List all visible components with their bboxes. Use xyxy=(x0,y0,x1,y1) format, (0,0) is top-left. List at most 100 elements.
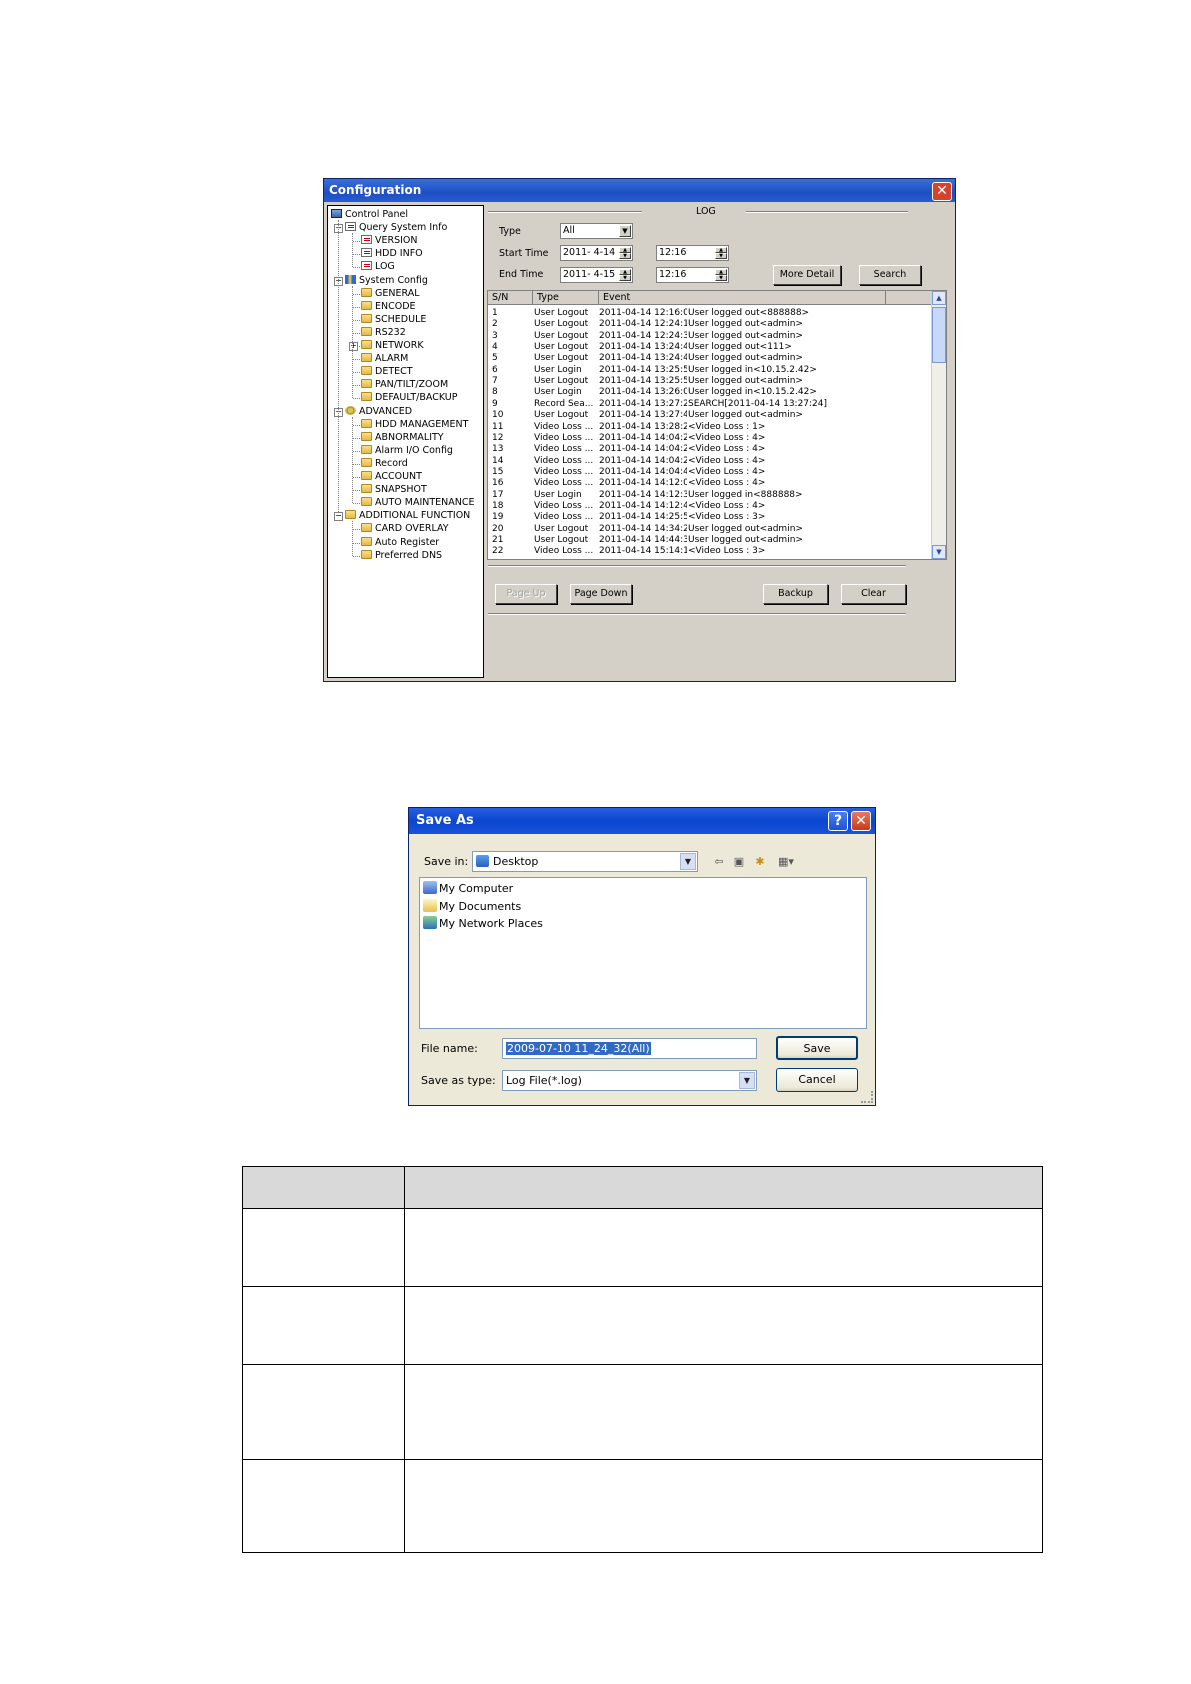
table-row[interactable]: 16 Video Loss ... 2011-04-14 14:12:09 <Vide… xyxy=(488,477,934,489)
start-date-spinner[interactable]: ▲ ▼ xyxy=(619,247,631,259)
tree-item-general[interactable]: GENERAL xyxy=(361,287,419,300)
chevron-down-icon[interactable]: ▼ xyxy=(739,1072,755,1089)
table-row[interactable]: 14 Video Loss ... 2011-04-14 14:04:29 <Vide… xyxy=(488,455,934,467)
tree-item-card-overlay[interactable]: CARD OVERLAY xyxy=(361,522,449,535)
end-date-spinner[interactable]: ▲ ▼ xyxy=(619,269,631,281)
table-row[interactable]: 9 Record Sea... 2011-04-14 13:27:24 SEARCH[… xyxy=(488,398,934,410)
tree-item-schedule[interactable]: SCHEDULE xyxy=(361,313,426,326)
tree-item-system-config[interactable]: System Config xyxy=(345,274,428,287)
table-row[interactable]: 17 User Login 2011-04-14 14:12:34 User logg… xyxy=(488,489,934,501)
table-row[interactable]: 11 Video Loss ... 2011-04-14 13:28:29 <Vide… xyxy=(488,421,934,433)
back-icon[interactable]: ⇦ xyxy=(711,855,727,869)
tree-item-alarm[interactable]: ALARM xyxy=(361,352,408,365)
tree-connector xyxy=(338,220,339,513)
scroll-up-icon[interactable]: ▲ xyxy=(932,291,946,305)
tree-item-snapshot[interactable]: SNAPSHOT xyxy=(361,483,427,496)
table-row[interactable]: 7 User Logout 2011-04-14 13:25:54 User logg… xyxy=(488,375,934,387)
table-row[interactable]: 4 User Logout 2011-04-14 13:24:49 User logg… xyxy=(488,341,934,353)
tree-item-hdd-management[interactable]: HDD MANAGEMENT xyxy=(361,418,468,431)
tree-item-account[interactable]: ACCOUNT xyxy=(361,470,422,483)
end-time-field[interactable]: 12:16 ▲ ▼ xyxy=(656,267,729,283)
tree-item-advanced[interactable]: ADVANCED xyxy=(345,405,412,418)
scroll-thumb[interactable] xyxy=(932,307,946,363)
tree-item-pan-tilt-zoom[interactable]: PAN/TILT/ZOOM xyxy=(361,378,448,391)
tree-item-alarm-i-o-config[interactable]: Alarm I/O Config xyxy=(361,444,453,457)
save-in-select[interactable]: Desktop ▼ xyxy=(472,851,698,872)
table-row[interactable]: 10 User Logout 2011-04-14 13:27:49 User log… xyxy=(488,409,934,421)
scroll-down-icon[interactable]: ▼ xyxy=(932,545,946,559)
collapse-icon[interactable]: − xyxy=(334,512,343,522)
table-row[interactable]: 15 Video Loss ... 2011-04-14 14:04:44 <Vide… xyxy=(488,466,934,478)
tree-item-query-system-info[interactable]: Query System Info xyxy=(345,221,447,234)
end-time-spinner[interactable]: ▲ ▼ xyxy=(715,269,727,281)
tree-item-record[interactable]: Record xyxy=(361,457,408,470)
close-icon[interactable]: ✕ xyxy=(851,811,871,831)
start-date-field[interactable]: 2011- 4-14 ▲ ▼ xyxy=(560,245,633,261)
tree-item-default-backup[interactable]: DEFAULT/BACKUP xyxy=(361,391,458,404)
log-scrollbar[interactable]: ▲ ▼ xyxy=(931,291,946,559)
table-row[interactable]: 6 User Login 2011-04-14 13:25:54 User logge… xyxy=(488,364,934,376)
list-item[interactable]: My Documents xyxy=(423,898,521,915)
table-row[interactable]: 2 User Logout 2011-04-14 12:24:19 User logg… xyxy=(488,318,934,330)
tree-connector xyxy=(353,424,360,426)
view-menu-icon[interactable]: ▦▾ xyxy=(773,855,799,869)
tree-item-log[interactable]: LOG xyxy=(361,260,395,273)
up-folder-icon[interactable]: ▣ xyxy=(731,855,747,869)
resize-grip-icon[interactable] xyxy=(861,1091,873,1103)
start-time-field[interactable]: 12:16 ▲ ▼ xyxy=(656,245,729,261)
help-icon[interactable]: ? xyxy=(828,811,848,831)
more-detail-button[interactable]: More Detail xyxy=(773,265,841,285)
clear-button[interactable]: Clear xyxy=(841,584,906,604)
chevron-down-icon[interactable]: ▼ xyxy=(680,853,696,870)
start-time-spinner[interactable]: ▲ ▼ xyxy=(715,247,727,259)
backup-button[interactable]: Backup xyxy=(763,584,828,604)
table-row[interactable]: 19 Video Loss ... 2011-04-14 14:25:59 <Vide… xyxy=(488,511,934,523)
tree-item-network[interactable]: NETWORK xyxy=(361,339,424,352)
column-header-sn[interactable]: S/N xyxy=(488,291,533,305)
chevron-down-icon[interactable]: ▼ xyxy=(619,225,631,237)
save-as-titlebar[interactable]: Save As ? ✕ xyxy=(409,808,875,834)
table-row[interactable]: 5 User Logout 2011-04-14 13:24:49 User logg… xyxy=(488,352,934,364)
table-row[interactable]: 3 User Logout 2011-04-14 12:24:34 User logg… xyxy=(488,330,934,342)
configuration-titlebar[interactable]: Configuration ✕ xyxy=(324,179,955,202)
save-button[interactable]: Save xyxy=(776,1036,858,1060)
table-row[interactable]: 13 Video Loss ... 2011-04-14 14:04:29 <Vide… xyxy=(488,443,934,455)
list-item[interactable]: My Computer xyxy=(423,880,513,897)
end-date-field[interactable]: 2011- 4-15 ▲ ▼ xyxy=(560,267,633,283)
tree-item-detect[interactable]: DETECT xyxy=(361,365,413,378)
tree-connector xyxy=(353,254,360,256)
log-cell-sn: 2 xyxy=(492,319,498,330)
table-row[interactable]: 21 User Logout 2011-04-14 14:44:34 User log… xyxy=(488,534,934,546)
cancel-button[interactable]: Cancel xyxy=(776,1068,858,1092)
tree-item-rs232[interactable]: RS232 xyxy=(361,326,406,339)
tree-item-abnormality[interactable]: ABNORMALITY xyxy=(361,431,444,444)
folder-icon xyxy=(361,431,372,441)
page-down-button[interactable]: Page Down xyxy=(570,584,632,604)
column-header-event[interactable]: Event xyxy=(599,291,886,305)
table-row[interactable]: 1 User Logout 2011-04-14 12:16:09 User logg… xyxy=(488,307,934,319)
tree-item-auto-maintenance[interactable]: AUTO MAINTENANCE xyxy=(361,496,475,509)
tree-item-version[interactable]: VERSION xyxy=(361,234,418,247)
file-name-input[interactable]: 2009-07-10 11_24_32(All) xyxy=(502,1038,757,1059)
close-icon[interactable]: ✕ xyxy=(932,182,952,201)
table-row[interactable]: 8 User Login 2011-04-14 13:26:09 User logge… xyxy=(488,386,934,398)
type-select[interactable]: All ▼ xyxy=(560,223,633,239)
page-up-button[interactable]: Page Up xyxy=(495,584,557,604)
table-row[interactable]: 12 Video Loss ... 2011-04-14 14:04:29 <Vide… xyxy=(488,432,934,444)
tree-item-preferred-dns[interactable]: Preferred DNS xyxy=(361,549,442,562)
tree-item-encode[interactable]: ENCODE xyxy=(361,300,416,313)
start-time-label: Start Time xyxy=(499,248,549,259)
table-row[interactable]: 20 User Logout 2011-04-14 14:34:24 User log… xyxy=(488,523,934,535)
list-item[interactable]: My Network Places xyxy=(423,915,543,932)
table-row[interactable]: 22 Video Loss ... 2011-04-14 15:14:14 <Vide… xyxy=(488,545,934,557)
new-folder-icon[interactable]: ✱ xyxy=(752,855,768,869)
expand-icon[interactable]: + xyxy=(349,342,358,351)
tree-item-control-panel[interactable]: Control Panel xyxy=(331,208,408,221)
tree-item-hdd-info[interactable]: HDD INFO xyxy=(361,247,423,260)
search-button[interactable]: Search xyxy=(859,265,921,285)
tree-item-auto-register[interactable]: Auto Register xyxy=(361,536,439,549)
table-row[interactable]: 18 Video Loss ... 2011-04-14 14:12:49 <Vide… xyxy=(488,500,934,512)
save-as-type-select[interactable]: Log File(*.log) ▼ xyxy=(502,1070,757,1091)
tree-item-additional-function[interactable]: ADDITIONAL FUNCTION xyxy=(345,509,470,522)
column-header-type[interactable]: Type xyxy=(533,291,599,305)
